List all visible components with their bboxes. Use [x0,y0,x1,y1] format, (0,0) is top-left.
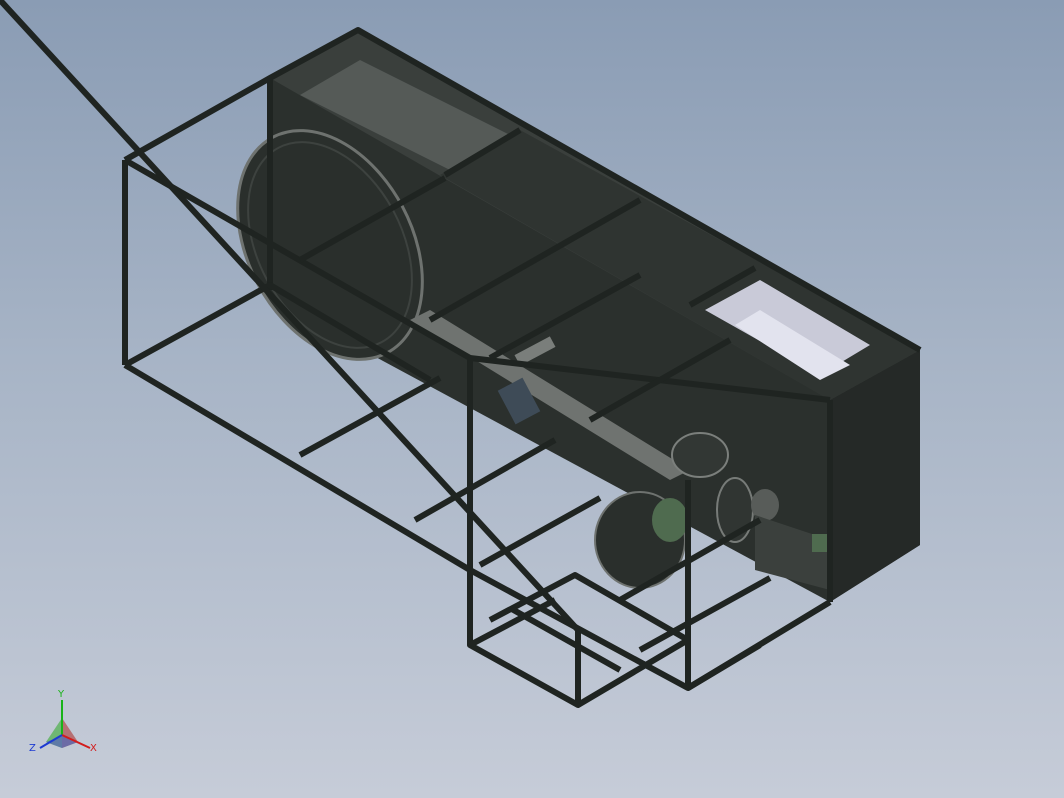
axis-triad: Y X Z [29,689,97,754]
cad-viewport[interactable]: Y X Z [0,0,1064,798]
x-axis-label: X [90,743,97,754]
z-axis-label: Z [29,743,36,754]
model-scene[interactable]: Y X Z [0,0,1064,798]
y-axis-label: Y [57,689,65,700]
